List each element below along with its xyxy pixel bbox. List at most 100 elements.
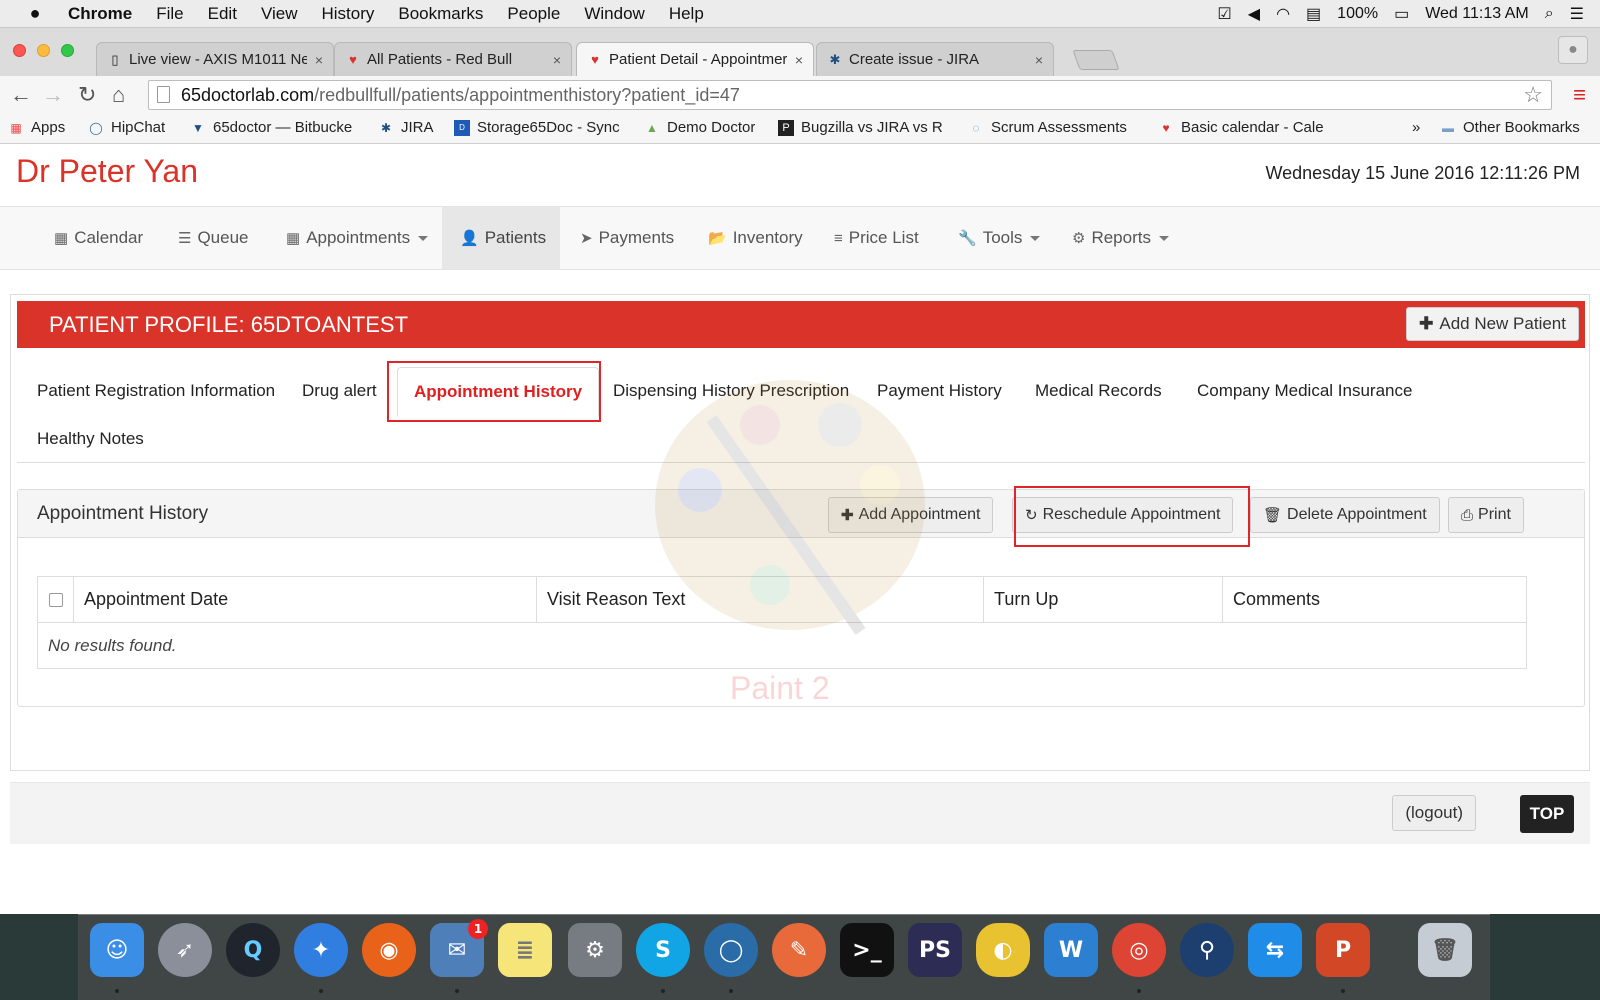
launchpad-icon[interactable]: ➶: [158, 923, 212, 977]
menu-history[interactable]: History: [321, 4, 374, 24]
menu-people[interactable]: People: [507, 4, 560, 24]
nav-price-list[interactable]: ≡ Price List: [816, 207, 937, 269]
new-tab-button[interactable]: [1072, 50, 1120, 70]
system-preferences-gear-icon[interactable]: ⚙: [568, 923, 622, 977]
hipchat-icon[interactable]: ◯: [704, 923, 758, 977]
minimize-window-button[interactable]: [37, 44, 50, 57]
bookmark-apps[interactable]: ▦ Apps: [8, 119, 65, 136]
tab-payment-history[interactable]: Payment History: [877, 381, 1002, 401]
sourcetree-icon[interactable]: ⚲: [1180, 923, 1234, 977]
bookmark-jira[interactable]: ✱ JIRA: [378, 119, 434, 136]
wifi-icon[interactable]: ◠: [1276, 4, 1290, 24]
column-header[interactable]: Visit Reason Text: [536, 576, 984, 623]
bookmark-scrum[interactable]: ◌ Scrum Assessments: [968, 119, 1138, 136]
appointment-history-header: Appointment History ✚ Add Appointment ↻ …: [18, 486, 1584, 547]
running-indicator: [319, 989, 323, 993]
notification-center-icon[interactable]: ☰: [1570, 4, 1584, 24]
column-header[interactable]: Appointment Date: [73, 576, 537, 623]
reload-icon[interactable]: ↻: [78, 82, 96, 108]
bookmark-bitbucket[interactable]: ▼ 65doctor — Bitbucke: [190, 119, 360, 136]
wrench-icon: 🔧: [958, 230, 977, 247]
nav-tools[interactable]: 🔧 Tools: [940, 207, 1058, 269]
skype-icon[interactable]: S: [636, 923, 690, 977]
nav-inventory[interactable]: 📂 Inventory: [690, 207, 821, 269]
notes-icon[interactable]: ≣: [498, 923, 552, 977]
battery-icon[interactable]: ▭: [1394, 4, 1409, 24]
safari-icon[interactable]: ✦: [294, 923, 348, 977]
chrome-menu-icon[interactable]: ≡: [1573, 83, 1586, 107]
menu-chrome[interactable]: Chrome: [68, 4, 132, 24]
paint-palette-icon[interactable]: ◐: [976, 923, 1030, 977]
menu-bookmarks[interactable]: Bookmarks: [398, 4, 483, 24]
close-icon[interactable]: ×: [1035, 52, 1043, 68]
delete-appointment-button[interactable]: 🗑 Delete Appointment: [1250, 497, 1440, 533]
menu-help[interactable]: Help: [669, 4, 704, 24]
bookmark-storage65doc[interactable]: D Storage65Doc - Sync: [454, 119, 626, 136]
nav-reports[interactable]: ⚙ Reports: [1054, 207, 1187, 269]
bookmark-hipchat[interactable]: ◯ HipChat: [88, 119, 165, 136]
firefox-icon[interactable]: ◉: [362, 923, 416, 977]
clock[interactable]: Wed 11:13 AM: [1425, 5, 1528, 23]
tab-patient-registration[interactable]: Patient Registration Information: [37, 381, 275, 401]
add-new-patient-button[interactable]: ✚ Add New Patient: [1406, 307, 1579, 341]
menu-window[interactable]: Window: [584, 4, 644, 24]
flag-icon[interactable]: ▤: [1306, 4, 1321, 24]
nav-payments[interactable]: ➤ Payments: [562, 207, 692, 269]
browser-tab-all-patients[interactable]: ♥ All Patients - Red Bull ×: [334, 42, 572, 76]
nav-appointments[interactable]: ▦ Appointments: [268, 207, 446, 269]
zoom-window-button[interactable]: [61, 44, 74, 57]
nav-patients[interactable]: 👤 Patients: [442, 207, 560, 269]
tab-drug-alert[interactable]: Drug alert: [302, 381, 377, 401]
menu-view[interactable]: View: [261, 4, 298, 24]
bookmark-demo-doctor[interactable]: ▲ Demo Doctor: [644, 119, 755, 136]
home-icon[interactable]: ⌂: [112, 82, 125, 108]
menu-edit[interactable]: Edit: [208, 4, 237, 24]
finder-icon[interactable]: ☺: [90, 923, 144, 977]
profile-icon[interactable]: ●: [1558, 36, 1588, 64]
bookmark-bugzilla[interactable]: P Bugzilla vs JIRA vs R: [778, 119, 954, 136]
column-header[interactable]: Turn Up: [983, 576, 1223, 623]
bookmark-other[interactable]: ▬ Other Bookmarks: [1440, 119, 1580, 136]
add-appointment-button[interactable]: ✚ Add Appointment: [828, 497, 994, 533]
print-button[interactable]: ⎙ Print: [1448, 497, 1524, 533]
browser-tab-live-view[interactable]: ▯ Live view - AXIS M1011 Ne ×: [96, 42, 334, 76]
trash-icon[interactable]: 🗑: [1418, 923, 1472, 977]
select-all-checkbox[interactable]: [48, 593, 63, 608]
column-header[interactable]: Comments: [1222, 576, 1527, 623]
close-window-button[interactable]: [13, 44, 26, 57]
teamviewer-icon[interactable]: ⇆: [1248, 923, 1302, 977]
address-bar[interactable]: 65doctorlab.com /redbullfull/patients/ap…: [148, 80, 1552, 110]
close-icon[interactable]: ×: [795, 52, 803, 68]
bookmark-star-icon[interactable]: ☆: [1523, 82, 1543, 108]
checkmark-icon[interactable]: ☑: [1217, 4, 1231, 24]
mail-icon[interactable]: ✉ 1: [430, 919, 488, 977]
volume-icon[interactable]: ◀: [1248, 4, 1260, 24]
close-icon[interactable]: ×: [553, 52, 561, 68]
nav-queue[interactable]: ☰ Queue: [160, 207, 267, 269]
back-to-top-button[interactable]: TOP: [1520, 795, 1574, 833]
close-icon[interactable]: ×: [315, 52, 323, 68]
wunderlist-icon[interactable]: W: [1044, 923, 1098, 977]
bookmarks-overflow-chevron[interactable]: »: [1412, 119, 1420, 136]
powerpoint-icon[interactable]: P: [1316, 923, 1370, 977]
phpstorm-icon[interactable]: PS: [908, 923, 962, 977]
nav-calendar[interactable]: ▦ Calendar: [36, 207, 161, 269]
paw-icon[interactable]: ✎: [772, 923, 826, 977]
spotlight-search-icon[interactable]: ⌕: [1545, 5, 1554, 23]
quicktime-icon[interactable]: Q: [226, 923, 280, 977]
bookmark-basic-calendar[interactable]: ♥ Basic calendar - Cale: [1158, 119, 1330, 136]
browser-tab-patient-detail[interactable]: ♥ Patient Detail - Appointmer ×: [576, 42, 814, 76]
tab-company-medical-insurance[interactable]: Company Medical Insurance: [1197, 381, 1412, 401]
page-info-icon[interactable]: [157, 86, 170, 103]
tab-medical-records[interactable]: Medical Records: [1035, 381, 1162, 401]
chrome-icon[interactable]: ◎: [1112, 923, 1166, 977]
logout-button[interactable]: (logout): [1392, 795, 1476, 831]
tab-dispensing-history[interactable]: Dispensing History Prescription: [613, 381, 849, 401]
terminal-icon[interactable]: >_: [840, 923, 894, 977]
browser-tab-jira[interactable]: ✱ Create issue - JIRA ×: [816, 42, 1054, 76]
back-arrow-icon[interactable]: ←: [10, 82, 32, 108]
forward-arrow-icon[interactable]: →: [42, 82, 64, 108]
menu-file[interactable]: File: [156, 4, 183, 24]
tab-healthy-notes[interactable]: Healthy Notes: [37, 429, 144, 449]
apple-menu-icon[interactable]: ●: [24, 3, 46, 24]
